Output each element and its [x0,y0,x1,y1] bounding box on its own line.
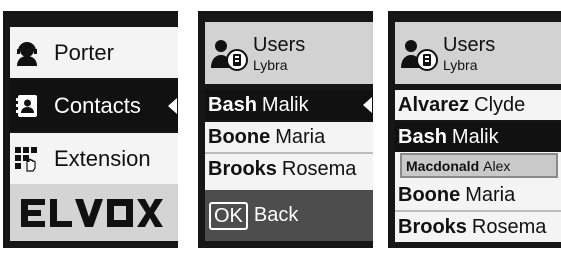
user-first-name: Rosema [281,157,357,180]
porter-headset-icon [14,40,40,66]
back-button[interactable]: Back [254,204,298,227]
search-suggestion-popup[interactable]: Macdonald Alex [400,153,558,178]
softkey-bar: OK Back [205,190,373,241]
menu-item-label: Extension [54,145,151,171]
elvox-logo-mark [21,198,163,227]
extension-keypad-icon [14,146,40,172]
header-subtitle: Lybra [253,57,288,73]
ok-button[interactable]: OK [209,201,248,230]
users-group-icon [401,38,439,77]
user-last-name: Boone [208,125,271,148]
menu-item-contacts[interactable]: Contacts [10,80,178,131]
user-first-name: Malik [261,93,309,116]
device-screen-main-menu: Porter Contacts Extension [3,11,178,248]
elvox-logo [10,184,178,241]
menu-item-label: Porter [54,39,114,65]
users-header: Users Lybra [395,22,561,84]
menu-item-porter[interactable]: Porter [10,27,178,78]
user-first-name: Maria [275,125,326,148]
user-first-name: Malik [451,125,499,148]
user-last-name: Bash [398,125,447,148]
menu-item-label: Contacts [54,92,141,118]
user-row[interactable]: Alvarez Clyde [395,90,561,120]
header-subtitle: Lybra [443,57,478,73]
user-last-name: Bash [208,93,257,116]
user-row[interactable]: Brooks Rosema [395,212,561,242]
users-header: Users Lybra [205,22,373,84]
user-first-name: Maria [465,183,516,206]
user-last-name: Boone [398,183,461,206]
user-row[interactable]: Boone Maria [205,122,373,152]
user-row-selected[interactable]: Bash Malik [205,90,373,120]
users-group-icon [211,38,249,77]
menu-item-extension[interactable]: Extension [10,133,178,184]
header-title: Users [253,34,306,56]
header-title: Users [443,34,496,56]
user-first-name: Clyde [474,93,526,116]
user-last-name: Alvarez [398,93,470,116]
user-row[interactable]: Brooks Rosema [205,154,373,184]
user-row[interactable]: Boone Maria [395,180,561,210]
device-screen-users-search: Users Lybra Alvarez Clyde Bash Malik Mac… [388,11,561,248]
user-last-name: Brooks [398,215,467,238]
popup-last-name: Macdonald [406,157,480,174]
user-first-name: Rosema [471,215,547,238]
user-last-name: Brooks [208,157,277,180]
device-screen-users: Users Lybra Bash Malik Boone Maria Brook… [198,11,373,248]
selection-caret-icon [168,97,177,114]
contacts-book-icon [14,93,40,119]
popup-first-name: Alex [483,157,511,174]
selection-caret-icon [363,97,372,113]
user-row-selected[interactable]: Bash Malik [395,122,561,152]
